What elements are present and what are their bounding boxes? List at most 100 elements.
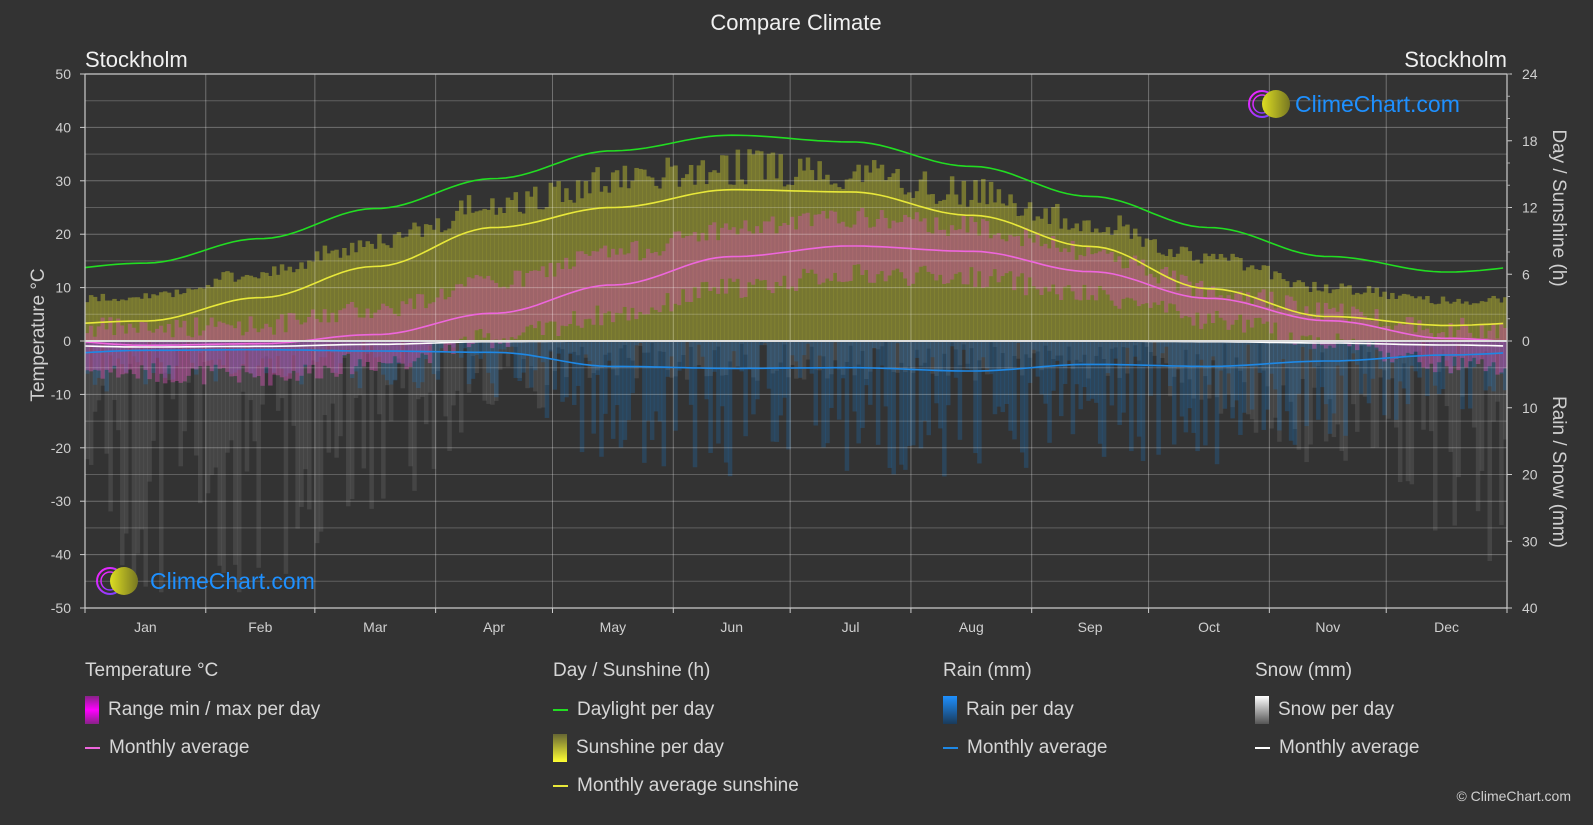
rain-bar [727, 341, 733, 477]
sunshine-bar [957, 204, 963, 341]
legend-item: Monthly average [943, 736, 1107, 760]
rain-bar [564, 341, 569, 398]
x-tick-label: Jun [720, 619, 743, 635]
temperature-range-bar [973, 222, 978, 288]
temperature-range-bar [1097, 251, 1103, 287]
temperature-range-bar [949, 225, 955, 280]
temperature-range-bar [459, 284, 464, 339]
temperature-range-bar [533, 270, 538, 329]
temperature-range-bar [1148, 273, 1154, 308]
temperature-range-bar [712, 222, 717, 288]
temperature-range-bar [840, 221, 846, 283]
daily-bars [85, 149, 1508, 593]
rain-bar [688, 341, 694, 405]
temperature-range-bar [525, 272, 530, 327]
temperature-range-bar [1358, 311, 1364, 343]
temperature-range-bar [1136, 265, 1142, 307]
temperature-range-bar [182, 320, 187, 382]
rain-bar [482, 341, 487, 353]
temperature-range-bar [342, 308, 347, 356]
y-right-bottom-tick-label: 10 [1522, 400, 1538, 416]
rain-bar [1055, 341, 1060, 361]
legend-label: Range min / max per day [108, 699, 321, 720]
temperature-range-bar [836, 223, 842, 282]
temperature-range-bar [377, 309, 382, 362]
temperature-range-bar [661, 251, 667, 306]
x-tick-label: Mar [363, 619, 387, 635]
temperature-range-bar [778, 226, 783, 287]
rain-bar [1062, 341, 1068, 384]
rain-bar [1210, 341, 1216, 357]
temperature-range-bar [178, 327, 183, 383]
rain-bar [1078, 341, 1083, 410]
rain-bar [552, 341, 558, 390]
temperature-range-bar [462, 286, 468, 337]
temperature-range-bar [1304, 306, 1309, 337]
rain-bar [677, 341, 682, 371]
legend-label: Snow per day [1278, 699, 1395, 720]
temperature-range-bar [992, 234, 998, 270]
temperature-range-bar [720, 227, 725, 279]
temperature-range-bar [240, 335, 246, 366]
rain-bar [1012, 341, 1017, 440]
rain-bar [731, 341, 737, 352]
temperature-range-bar [1261, 289, 1267, 324]
rain-bar [984, 341, 990, 369]
legend-sunshine: Day / Sunshine (h) Daylight per day Suns… [553, 660, 799, 812]
rain-bar [852, 341, 857, 412]
temperature-range-bar [408, 298, 413, 367]
rain-bar [626, 341, 632, 421]
sunshine-average-swatch [553, 785, 568, 787]
rain-bar [848, 341, 854, 367]
legend-label: Daylight per day [577, 699, 715, 720]
rain-bar [961, 341, 967, 350]
rain-bar [778, 341, 783, 416]
temperature-range-bar [914, 212, 920, 273]
rain-bar [556, 341, 561, 354]
temperature-range-bar [88, 325, 94, 372]
rain-bar [790, 341, 795, 356]
temperature-range-bar [1242, 300, 1247, 333]
sunshine-bar [112, 298, 117, 341]
temperature-range-bar [170, 337, 176, 383]
y-right-bottom-tick-label: 20 [1522, 467, 1538, 483]
rain-bar [1031, 341, 1037, 350]
temperature-range-bar [229, 325, 234, 377]
rain-bar [712, 341, 717, 372]
legend-title: Rain (mm) [943, 660, 1032, 681]
rain-bar [1362, 341, 1368, 374]
temperature-range-bar [969, 216, 974, 268]
temperature-range-bar [1230, 299, 1235, 325]
y-right-top-tick-label: 0 [1522, 333, 1530, 349]
rain-bar [478, 341, 483, 359]
temperature-range-bar [1031, 242, 1037, 287]
temperature-range-bar [1051, 236, 1056, 285]
temperature-range-bar [1366, 319, 1372, 347]
rain-bar [700, 341, 706, 357]
temperature-range-bar [435, 297, 441, 343]
rain-bar [1086, 341, 1091, 401]
temperature-range-bar [1074, 259, 1080, 300]
sunshine-bar [240, 276, 246, 341]
sunshine-bar [1066, 229, 1072, 341]
rain-bar [595, 341, 600, 375]
rain-bar [1008, 341, 1013, 431]
temperature-range-bar [1000, 239, 1006, 276]
temperature-range-bar [96, 326, 102, 371]
rain-bar [1234, 341, 1239, 401]
snow-bar [346, 341, 351, 507]
rain-bar [529, 341, 534, 388]
rain-bar [1292, 341, 1298, 445]
rain-bar [459, 341, 464, 358]
temperature-range-bar [1023, 227, 1029, 296]
rain-bar [743, 341, 748, 437]
temperature-range-bar [1016, 235, 1021, 277]
temperature-range-bar [1464, 325, 1469, 368]
watermark-top: ClimeChart.com [1248, 90, 1460, 118]
x-tick-label: Jan [134, 619, 157, 635]
temperature-range-bar [599, 248, 604, 326]
rain-bar [1156, 341, 1161, 455]
rain-bar [910, 341, 916, 446]
sunshine-bar [1249, 265, 1255, 341]
rain-bar [1230, 341, 1235, 419]
